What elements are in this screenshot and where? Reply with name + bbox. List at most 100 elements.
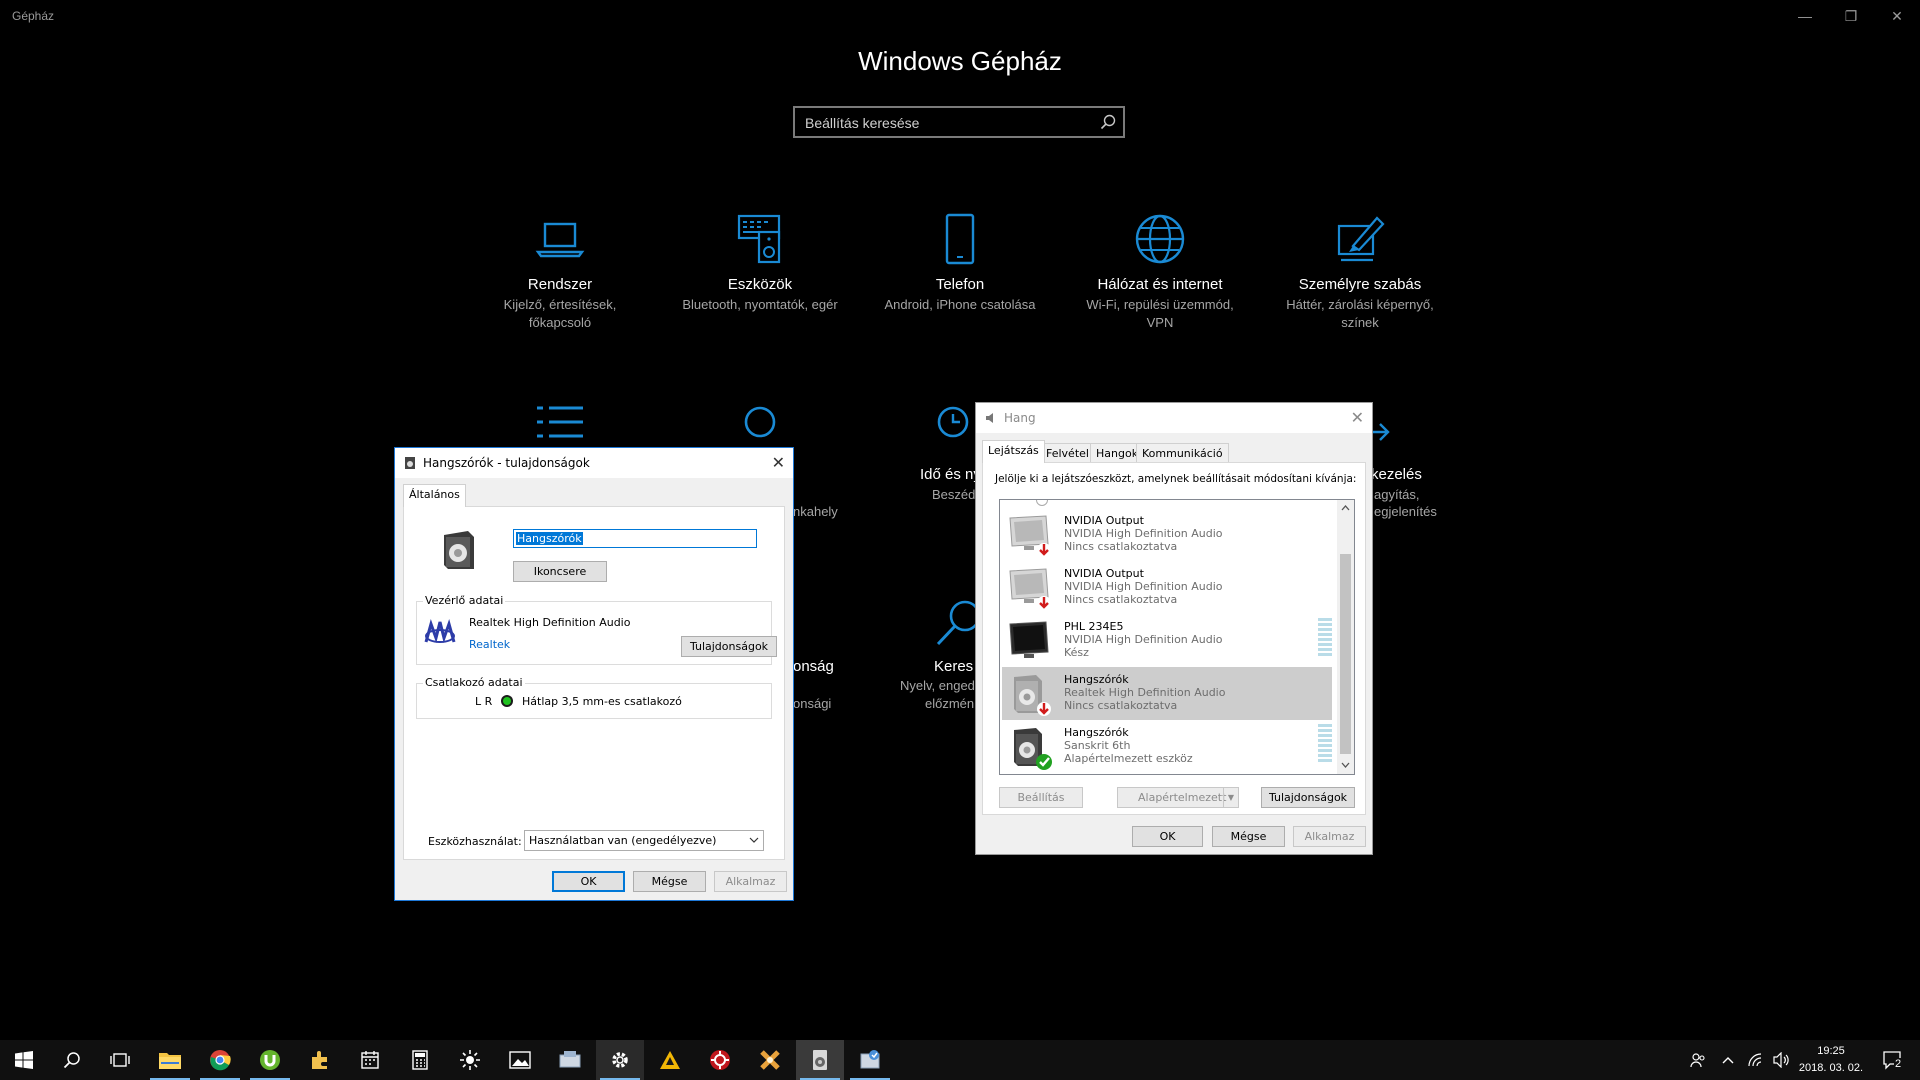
close-icon[interactable]: ✕ [1351, 408, 1364, 427]
photos-icon [509, 1051, 531, 1069]
device-name-field[interactable]: Hangszórók [513, 529, 757, 548]
tile-phone[interactable]: Telefon Android, iPhone csatolása [865, 212, 1055, 314]
change-icon-button[interactable]: Ikoncsere [513, 561, 607, 582]
taskbar-utorrent[interactable] [246, 1040, 294, 1080]
scrollbar[interactable] [1337, 500, 1354, 774]
apply-button[interactable]: Alkalmaz [714, 871, 787, 892]
device-list[interactable]: NVIDIA Output NVIDIA High Definition Aud… [999, 499, 1355, 775]
tab-playback[interactable]: Lejátszás [982, 440, 1045, 463]
tab-label: Hangok [1096, 447, 1139, 460]
tab-communications[interactable]: Kommunikáció [1136, 443, 1229, 463]
tile-title: Telefon [935, 276, 985, 293]
ok-button[interactable]: OK [552, 871, 625, 892]
taskbar-puzzle-app[interactable] [296, 1040, 344, 1080]
tile-title: Rendszer [527, 276, 593, 293]
green-jack-icon [501, 695, 513, 707]
page-title: Windows Gépház [858, 46, 1062, 76]
group-label: Csatlakozó adatai [423, 676, 525, 689]
instruction-text: Jelölje ki a lejátszóeszközt, amelynek b… [995, 473, 1357, 485]
vendor-link[interactable]: Realtek [469, 638, 510, 651]
gear-icon [612, 1052, 628, 1068]
set-default-button[interactable]: Alapértelmezett ▼ [1117, 787, 1239, 808]
tile-system[interactable]: Rendszer Kijelző, értesítések, főkapcsol… [465, 212, 655, 332]
device-name-value: Hangszórók [516, 532, 583, 545]
controller-group: Vezérlő adatai Realtek High Definition A… [416, 594, 777, 665]
action-center-button[interactable]: 2 [1872, 1040, 1912, 1080]
tab-general[interactable]: Általános [403, 484, 466, 507]
phone-icon [945, 213, 975, 265]
restore-button[interactable]: ❐ [1828, 0, 1874, 32]
search-icon [63, 1052, 80, 1069]
list-item[interactable]: NVIDIA Output NVIDIA High Definition Aud… [1002, 508, 1332, 561]
close-button[interactable]: ✕ [1874, 0, 1920, 32]
monitor-disconnected-icon [1009, 515, 1051, 557]
list-item[interactable]: PHL 234E5 NVIDIA High Definition Audio K… [1002, 614, 1332, 667]
search-icon[interactable] [1099, 113, 1117, 131]
scroll-thumb[interactable] [1340, 554, 1351, 754]
tile-title: Idő és ny [920, 466, 981, 483]
ok-button[interactable]: OK [1132, 826, 1203, 847]
volume-meter [1318, 618, 1332, 658]
tile-network[interactable]: Hálózat és internet Wi-Fi, repülési üzem… [1065, 212, 1255, 332]
properties-button[interactable]: Tulajdonságok [1261, 787, 1355, 808]
tile-personalization[interactable]: Személyre szabás Háttér, zárolási képern… [1265, 212, 1455, 332]
configure-button[interactable]: Beállítás [999, 787, 1083, 808]
taskbar-control-panel[interactable] [846, 1040, 894, 1080]
list-item-selected[interactable]: Hangszórók Realtek High Definition Audio… [1002, 667, 1332, 720]
taskbar-calendar[interactable] [346, 1040, 394, 1080]
cancel-button[interactable]: Mégse [633, 871, 706, 892]
clock-date: 2018. 03. 02. [1798, 1062, 1864, 1074]
usage-select[interactable]: Használatban van (engedélyezve) [524, 830, 764, 851]
clock[interactable]: 19:25 2018. 03. 02. [1796, 1043, 1866, 1077]
taskbar-x-app[interactable] [746, 1040, 794, 1080]
tab-recording[interactable]: Felvétel [1040, 443, 1095, 463]
tab-label: Általános [409, 488, 460, 501]
people-button[interactable] [1684, 1040, 1712, 1080]
network-tray-button[interactable] [1744, 1040, 1768, 1080]
tile-desc: nkahely [793, 504, 838, 519]
list-item[interactable]: Hangszórók Sanskrit 6th Alapértelmezett … [1002, 720, 1332, 773]
tile-desc: Wi-Fi, repülési üzemmód, [1086, 297, 1234, 312]
apply-button[interactable]: Alkalmaz [1293, 826, 1366, 847]
puzzle-icon [312, 1051, 327, 1069]
task-view-icon [110, 1053, 130, 1067]
taskbar-triangle-app[interactable] [646, 1040, 694, 1080]
task-view-button[interactable] [96, 1040, 144, 1080]
device-driver: NVIDIA High Definition Audio [1064, 580, 1223, 593]
start-button[interactable] [0, 1040, 48, 1080]
devices-icon [737, 214, 781, 264]
monitor-icon [1009, 621, 1049, 658]
taskbar-weather[interactable] [446, 1040, 494, 1080]
tab-label: Felvétel [1046, 447, 1089, 460]
taskbar-chrome[interactable] [196, 1040, 244, 1080]
windows-logo-icon [15, 1051, 33, 1069]
search-input[interactable]: Beállítás keresése [793, 106, 1125, 138]
taskbar-settings[interactable] [596, 1040, 644, 1080]
device-driver: NVIDIA High Definition Audio [1064, 527, 1223, 540]
volume-tray-button[interactable] [1770, 1040, 1794, 1080]
globe-icon [1135, 214, 1185, 264]
minimize-button[interactable]: — [1782, 0, 1828, 32]
list-item[interactable]: NVIDIA Output NVIDIA High Definition Aud… [1002, 561, 1332, 614]
chevron-down-icon[interactable]: ▼ [1223, 788, 1238, 807]
taskbar-file-explorer[interactable] [146, 1040, 194, 1080]
taskbar-photos[interactable] [496, 1040, 544, 1080]
playback-panel: Jelölje ki a lejátszóeszközt, amelynek b… [982, 462, 1366, 815]
scroll-up-icon[interactable] [1341, 504, 1350, 511]
scroll-down-icon[interactable] [1341, 762, 1350, 769]
tile-devices[interactable]: Eszközök Bluetooth, nyomtatók, egér [665, 212, 855, 314]
jack-channels: L R [475, 695, 493, 708]
device-status: Nincs csatlakoztatva [1064, 699, 1178, 712]
taskbar-network-app[interactable] [546, 1040, 594, 1080]
sun-icon [460, 1050, 480, 1070]
speaker-icon [813, 1050, 827, 1070]
controller-properties-button[interactable]: Tulajdonságok [681, 636, 777, 657]
taskbar-sound-settings[interactable] [796, 1040, 844, 1080]
search-button[interactable] [48, 1040, 96, 1080]
taskbar-red-app[interactable] [696, 1040, 744, 1080]
tile-desc: agyítás, [1374, 487, 1420, 502]
taskbar-calculator[interactable] [396, 1040, 444, 1080]
cancel-button[interactable]: Mégse [1212, 826, 1285, 847]
show-hidden-icons-button[interactable] [1716, 1040, 1740, 1080]
close-icon[interactable]: ✕ [772, 453, 785, 472]
